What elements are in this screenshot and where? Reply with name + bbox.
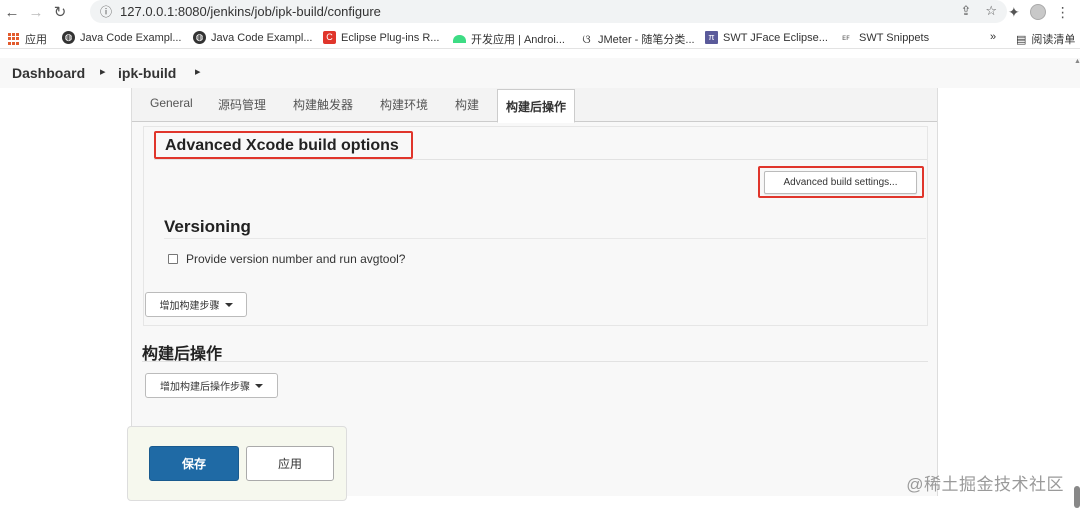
breadcrumb-arrow-icon[interactable]: ▸ bbox=[195, 65, 201, 78]
version-number-checkbox[interactable] bbox=[168, 254, 178, 264]
watermark-text: @稀土掘金技术社区 bbox=[906, 475, 1064, 494]
ef-icon: ᴇꜰ bbox=[842, 33, 850, 42]
bookmark-android[interactable]: 开发应用 | Androi... bbox=[453, 31, 565, 47]
bookmark-java-code-1[interactable]: ◍ Java Code Exampl... bbox=[62, 31, 182, 44]
apply-button[interactable]: 应用 bbox=[246, 446, 334, 481]
xcode-options-title: Advanced Xcode build options bbox=[154, 131, 413, 159]
scroll-up-icon[interactable]: ▲ bbox=[1074, 58, 1080, 68]
save-bar: 保存 应用 bbox=[127, 426, 347, 501]
tab-build[interactable]: 构建 bbox=[455, 96, 479, 113]
version-number-label: Provide version number and run avgtool? bbox=[186, 252, 406, 266]
apps-grid-icon bbox=[8, 33, 20, 45]
menu-icon[interactable]: ⋮ bbox=[1056, 4, 1070, 21]
version-number-option[interactable]: Provide version number and run avgtool? bbox=[168, 252, 405, 266]
add-build-step-button[interactable]: 增加构建步骤 bbox=[145, 292, 247, 317]
tab-source-code[interactable]: 源码管理 bbox=[218, 96, 266, 113]
versioning-heading: Versioning bbox=[164, 217, 251, 236]
globe-icon: ◍ bbox=[62, 31, 75, 44]
reading-list-icon: ▤ bbox=[1016, 33, 1027, 46]
bookmarks-bar: 应用 ◍ Java Code Exampl... ◍ Java Code Exa… bbox=[0, 27, 1080, 49]
breadcrumb: Dashboard ▸ ipk-build ▸ bbox=[0, 58, 1080, 88]
profile-avatar[interactable] bbox=[1029, 4, 1046, 20]
address-bar[interactable]: ⓘ 127.0.0.1:8080/jenkins/job/ipk-build/c… bbox=[90, 0, 1007, 23]
eclipse-c-icon: C bbox=[323, 31, 336, 44]
swt-icon: π bbox=[705, 31, 718, 44]
bookmark-swt-snippets[interactable]: ᴇꜰ SWT Snippets bbox=[838, 31, 929, 44]
breadcrumb-dashboard[interactable]: Dashboard bbox=[12, 65, 85, 81]
bookmark-star-icon[interactable]: ☆ bbox=[985, 3, 997, 19]
url-text: 127.0.0.1:8080/jenkins/job/ipk-build/con… bbox=[120, 4, 381, 19]
bookmark-apps[interactable]: 应用 bbox=[8, 31, 47, 47]
bookmarks-more[interactable]: » bbox=[990, 31, 996, 43]
reload-icon[interactable]: ↻ bbox=[48, 0, 72, 24]
breadcrumb-arrow-icon[interactable]: ▸ bbox=[100, 65, 106, 78]
config-tabs: General 源码管理 构建触发器 构建环境 构建 构建后操作 bbox=[132, 88, 937, 123]
site-info-icon[interactable]: ⓘ bbox=[100, 3, 112, 20]
bookmark-java-code-2[interactable]: ◍ Java Code Exampl... bbox=[193, 31, 313, 44]
tab-general[interactable]: General bbox=[150, 96, 193, 110]
bookmark-jmeter[interactable]: ଓ JMeter - 随笔分类... bbox=[580, 31, 694, 47]
divider bbox=[164, 238, 926, 239]
divider bbox=[142, 361, 928, 362]
tab-post-build[interactable]: 构建后操作 bbox=[497, 89, 576, 123]
add-post-build-step-button[interactable]: 增加构建后操作步骤 bbox=[145, 373, 278, 398]
advanced-button-highlight: Advanced build settings... bbox=[758, 166, 924, 198]
globe-icon: ◍ bbox=[193, 31, 206, 44]
divider bbox=[154, 159, 927, 160]
scrollbar-thumb[interactable] bbox=[1074, 486, 1080, 508]
tab-build-environment[interactable]: 构建环境 bbox=[380, 96, 428, 113]
save-button[interactable]: 保存 bbox=[149, 446, 239, 481]
jmeter-icon: ଓ bbox=[582, 31, 591, 46]
bookmark-eclipse-plugins[interactable]: C Eclipse Plug-ins R... bbox=[323, 31, 439, 44]
caret-down-icon bbox=[255, 383, 263, 388]
advanced-build-settings-button[interactable]: Advanced build settings... bbox=[764, 171, 917, 194]
back-icon[interactable]: ← bbox=[0, 0, 24, 24]
forward-icon[interactable]: → bbox=[24, 0, 48, 24]
bookmark-swt-jface[interactable]: π SWT JFace Eclipse... bbox=[705, 31, 828, 44]
caret-down-icon bbox=[224, 302, 233, 307]
extensions-icon[interactable]: ✦ bbox=[1008, 4, 1020, 21]
breadcrumb-job[interactable]: ipk-build bbox=[118, 65, 176, 81]
share-icon[interactable]: ⇪ bbox=[960, 3, 971, 19]
android-icon bbox=[453, 35, 466, 43]
tab-build-triggers[interactable]: 构建触发器 bbox=[293, 96, 353, 113]
reading-list[interactable]: ▤ 阅读清单 bbox=[1016, 31, 1075, 47]
